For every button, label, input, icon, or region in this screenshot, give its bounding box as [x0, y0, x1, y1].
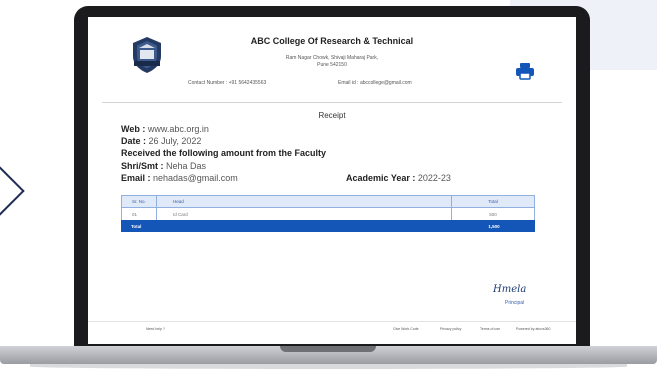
- laptop-notch: [280, 346, 376, 352]
- name-label: Shri/Smt :: [121, 161, 164, 171]
- date-label: Date :: [121, 136, 147, 146]
- header-divider: [102, 102, 562, 103]
- total-spacer: [155, 220, 453, 232]
- date-line: Date : 26 July, 2022: [121, 136, 201, 146]
- footer-link-powered[interactable]: Powered by abcvs360: [516, 327, 550, 331]
- college-address: Ram Nagar Chowk, Shivaji Maharaj Park, P…: [88, 55, 576, 69]
- chevron-right-icon: [0, 161, 25, 221]
- email-value: nehadas@gmail.com: [153, 173, 238, 183]
- name-line: Shri/Smt : Neha Das: [121, 161, 206, 171]
- fee-table: Sr. No. Head Total 01 Id Card 500 Total …: [121, 195, 535, 232]
- college-email: Email id : abccollege@gmail.com: [338, 80, 412, 86]
- table-header-row: Sr. No. Head Total: [121, 195, 535, 208]
- principal-label: Principal: [505, 300, 525, 306]
- email-label: Email :: [121, 173, 151, 183]
- received-text: Received the following amount from the F…: [121, 148, 327, 158]
- college-name: ABC College Of Research & Technical: [250, 36, 414, 46]
- table-total-row: Total 1,500: [121, 220, 535, 232]
- receipt-title: Receipt: [318, 111, 346, 120]
- academic-year: Academic Year : 2022-23: [346, 173, 451, 183]
- web-label: Web :: [121, 124, 146, 134]
- header-head: Head: [156, 196, 451, 207]
- laptop-shadow: [30, 364, 627, 369]
- total-label: Total: [131, 223, 142, 229]
- total-value: 1,500: [488, 223, 500, 229]
- principal-signature: Hmela: [493, 284, 527, 295]
- year-value: 2022-23: [417, 173, 451, 183]
- name-value: Neha Das: [166, 161, 207, 171]
- footer-link-terms[interactable]: Terms of use: [480, 327, 500, 331]
- email-line: Email : nehadas@gmail.com: [121, 173, 238, 183]
- date-value: 26 July, 2022: [148, 136, 202, 146]
- footer-help-link[interactable]: Need help ?: [146, 327, 165, 331]
- year-label: Academic Year :: [346, 173, 416, 183]
- cell-sr-no: 01: [132, 211, 138, 217]
- print-icon[interactable]: [515, 62, 535, 80]
- header-total: Total: [451, 196, 534, 207]
- address-line-2: Pune 542150: [317, 62, 347, 68]
- web-value: www.abc.org.in: [147, 124, 209, 134]
- cell-head: Id Card: [156, 208, 451, 220]
- page-footer: Need help ? Give Work Code Privacy polic…: [88, 321, 576, 336]
- contact-number: Contact Number : +91 5642435563: [188, 80, 267, 86]
- web-line: Web : www.abc.org.in: [121, 124, 209, 134]
- address-line-1: Ram Nagar Chowk, Shivaji Maharaj Park,: [285, 55, 379, 61]
- table-row: 01 Id Card 500: [121, 208, 535, 220]
- laptop-screen: ABC College Of Research & Technical Ram …: [88, 17, 576, 344]
- footer-link-work-code[interactable]: Give Work Code: [393, 327, 419, 331]
- cell-total: 500: [451, 208, 534, 220]
- header-sr-no: Sr. No.: [132, 199, 146, 204]
- footer-link-privacy[interactable]: Privacy policy: [440, 327, 461, 331]
